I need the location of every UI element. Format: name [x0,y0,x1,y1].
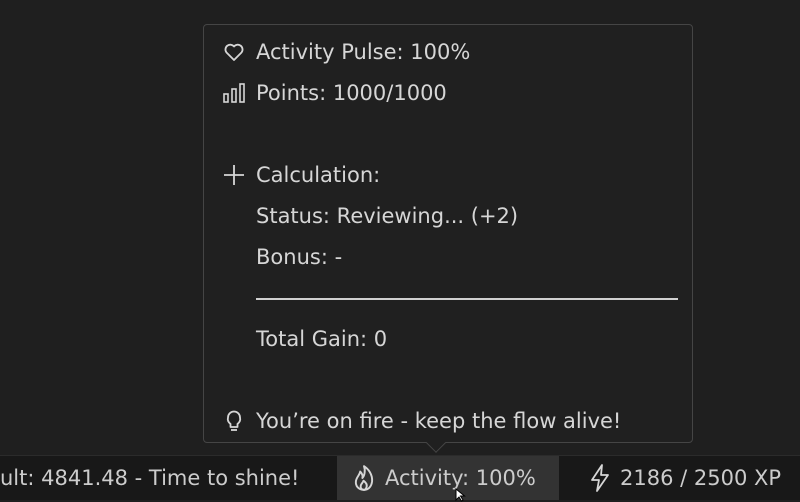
bonus-row: Bonus: - [256,242,342,272]
plus-icon [222,160,252,190]
flame-icon [351,464,377,492]
lightbulb-icon [222,406,252,436]
points-text: Points: 1000/1000 [256,81,447,105]
total-gain-row: Total Gain: 0 [256,324,387,354]
statusbar-xp-text: 2186 / 2500 XP [620,466,782,490]
status-text: Status: Reviewing... (+2) [256,204,519,228]
statusbar-xp-item[interactable]: 2186 / 2500 XP [588,456,781,500]
calculation-divider [256,298,678,300]
tip-row: You’re on fire - keep the flow alive! [222,406,621,436]
status-row: Status: Reviewing... (+2) [256,201,518,231]
status-bar: ult: 4841.48 - Time to shine! Activity: … [0,455,800,500]
activity-pulse-row: Activity Pulse: 100% [222,37,470,67]
statusbar-activity-text: Activity: 100% [385,466,536,490]
activity-pulse-text: Activity Pulse: 100% [256,40,471,64]
total-gain-text: Total Gain: 0 [256,327,388,351]
statusbar-result-item[interactable]: ult: 4841.48 - Time to shine! [0,456,299,500]
bonus-text: Bonus: - [256,245,343,269]
statusbar-result-text: ult: 4841.48 - Time to shine! [0,466,300,490]
calculation-label: Calculation: [256,163,381,187]
lightning-icon [588,463,612,493]
heart-icon [222,37,252,67]
statusbar-activity-item[interactable]: Activity: 100% [337,456,559,500]
bar-chart-icon [222,78,252,108]
calculation-row: Calculation: [222,160,380,190]
points-row: Points: 1000/1000 [222,78,447,108]
tip-text: You’re on fire - keep the flow alive! [256,409,622,433]
activity-hover-tooltip: Activity Pulse: 100% Points: 1000/1000 C… [203,24,693,443]
